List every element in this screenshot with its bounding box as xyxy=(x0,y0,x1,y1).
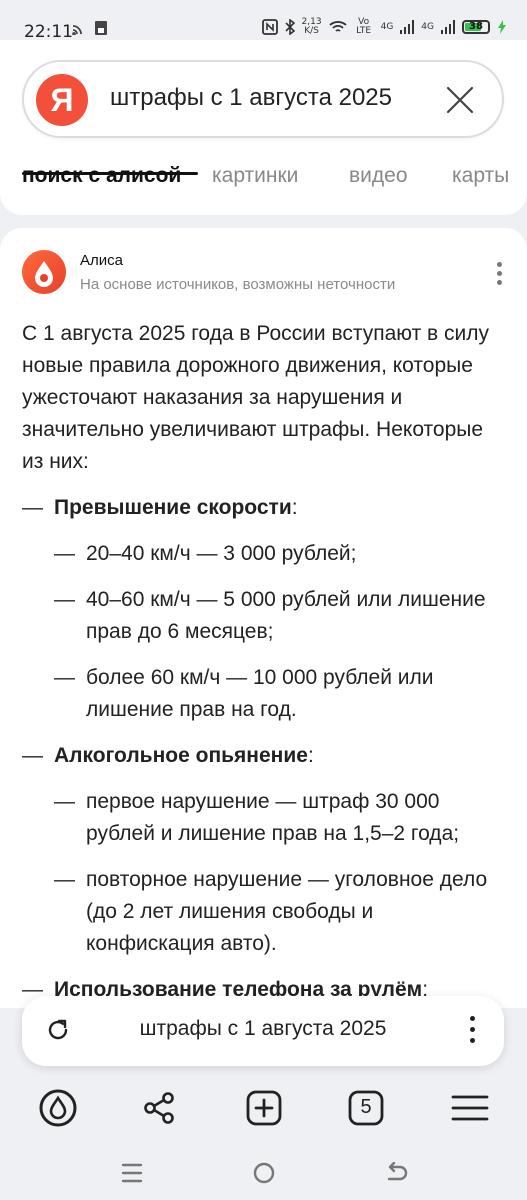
back-icon[interactable] xyxy=(381,1158,411,1188)
bottom-address-bar[interactable]: штрафы с 1 августа 2025 xyxy=(22,996,504,1066)
menu-icon[interactable] xyxy=(450,1088,490,1128)
search-header: Я штрафы с 1 августа 2025 поиск с алисой… xyxy=(0,40,527,215)
system-navigation-bar xyxy=(0,1140,527,1200)
section-title: Превышение скорости xyxy=(54,496,292,519)
signal-icon xyxy=(400,20,415,34)
alice-name: Алиса xyxy=(80,252,123,269)
browser-toolbar: 5 xyxy=(0,1076,527,1138)
list-item: —40–60 км/ч — 5 000 рублей или лишение п… xyxy=(54,588,486,643)
alice-icon[interactable] xyxy=(38,1088,78,1128)
yandex-logo[interactable]: Я xyxy=(36,74,88,126)
list-item: — Превышение скорости: xyxy=(22,496,298,519)
address-query-text[interactable]: штрафы с 1 августа 2025 xyxy=(22,1017,504,1041)
share-icon[interactable] xyxy=(140,1088,180,1128)
tab-alice-search[interactable]: поиск с алисой xyxy=(22,164,181,188)
tab-images[interactable]: картинки xyxy=(212,164,298,188)
cast-icon xyxy=(72,25,82,35)
charging-icon xyxy=(498,20,506,34)
net1-label: 4G xyxy=(380,22,394,32)
tab-video[interactable]: видео xyxy=(349,164,408,188)
answer-intro: С 1 августа 2025 года в России вступают … xyxy=(22,322,489,473)
recent-apps-icon[interactable] xyxy=(117,1158,147,1188)
volte-label: Vo LTE xyxy=(356,17,372,36)
tabs-icon[interactable]: 5 xyxy=(346,1088,386,1128)
search-tabs: поиск с алисой картинки видео карты xyxy=(0,160,527,215)
bluetooth-icon xyxy=(284,19,295,35)
list-item: — первое нарушение — штраф 30 000 рублей … xyxy=(54,790,460,845)
network-speed: 2,13 K/S xyxy=(301,17,322,36)
answer-body: С 1 августа 2025 года в России вступают … xyxy=(22,318,502,1008)
search-field[interactable]: Я штрафы с 1 августа 2025 xyxy=(22,60,504,138)
more-icon[interactable] xyxy=(470,1016,476,1046)
search-clear-icon[interactable] xyxy=(444,84,476,116)
signal-icon-2 xyxy=(441,20,455,34)
tab-maps[interactable]: карты xyxy=(452,164,509,188)
battery-icon: 38 xyxy=(462,20,490,34)
tab-count: 5 xyxy=(360,1096,372,1118)
net2-label: 4G xyxy=(421,22,434,32)
nfc-icon xyxy=(261,19,278,35)
list-item: —20–40 км/ч — 3 000 рублей; xyxy=(54,542,357,565)
status-time: 22:11 xyxy=(24,22,73,42)
search-query-text[interactable]: штрафы с 1 августа 2025 xyxy=(110,84,392,112)
home-icon[interactable] xyxy=(249,1158,279,1188)
wifi-icon xyxy=(328,21,347,32)
alice-disclaimer: На основе источников, возможны неточност… xyxy=(80,276,396,293)
list-item: — Алкогольное опьянение: xyxy=(22,744,314,767)
sim-icon xyxy=(95,21,107,35)
alice-answer-card: Алиса На основе источников, возможны нет… xyxy=(0,228,527,1008)
new-tab-icon[interactable] xyxy=(244,1088,284,1128)
list-item: — более 60 км/ч — 10 000 рублей или лишен… xyxy=(54,666,434,721)
alice-logo-icon xyxy=(35,261,53,287)
active-tab-indicator xyxy=(22,172,198,175)
card-more-icon[interactable] xyxy=(497,262,503,286)
section-title: Алкогольное опьянение xyxy=(54,744,308,767)
alice-avatar xyxy=(22,250,66,294)
list-item: — повторное нарушение — уголовное дело (д… xyxy=(54,868,488,955)
